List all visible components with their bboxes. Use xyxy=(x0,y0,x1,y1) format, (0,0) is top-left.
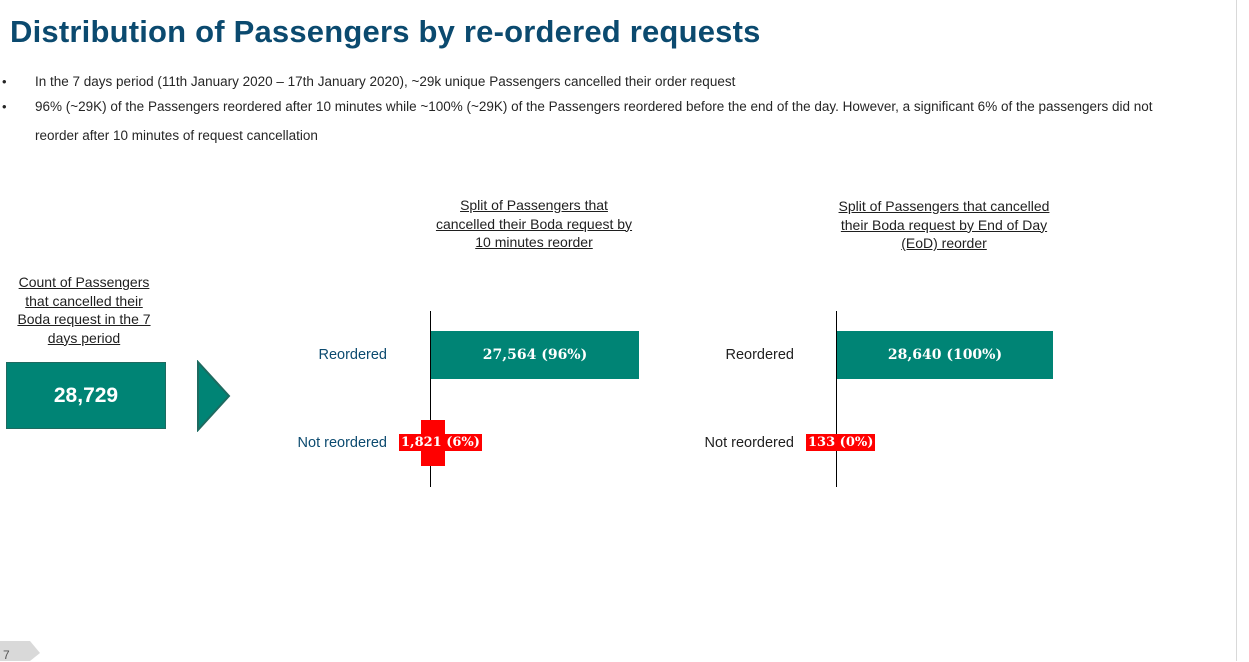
count-header-line: Count of Passengers xyxy=(18,274,150,290)
chart1-title-line: cancelled their Boda request by xyxy=(435,215,633,232)
chart2-title: Split of Passengers that cancelled their… xyxy=(822,197,1066,253)
count-header-line: Boda request in the 7 xyxy=(17,311,151,327)
bullet-text-1: In the 7 days period (11th January 2020 … xyxy=(35,74,736,89)
bullet-text-2-continued: reorder after 10 minutes of request canc… xyxy=(35,128,318,143)
chart1-title: Split of Passengers that cancelled their… xyxy=(420,196,648,252)
chart2-category-label: Reordered xyxy=(725,347,794,363)
chart1-bar-label: 27,564 (96%) xyxy=(482,347,588,363)
bullet-dot-icon: • xyxy=(2,99,7,114)
bullet-dot-icon: • xyxy=(2,74,7,89)
chart2-title-line: their Boda request by End of Day xyxy=(840,216,1048,233)
count-panel-header: Count of Passengers that cancelled their… xyxy=(8,273,160,347)
count-header-line: that cancelled their xyxy=(25,292,143,309)
chart2-bar-reordered: 28,640 (100%) xyxy=(837,331,1053,379)
passenger-count-box: 28,729 xyxy=(6,362,166,429)
chart1-category-label: Reordered xyxy=(318,347,387,363)
count-header-line: days period xyxy=(47,329,121,346)
chart2-category-label: Not reordered xyxy=(704,435,794,451)
bullet-text-2: 96% (~29K) of the Passengers reordered a… xyxy=(35,99,1153,114)
chart2-bar-label: 133 (0%) xyxy=(806,434,876,451)
chart1-title-line: 10 minutes reorder xyxy=(475,234,593,250)
page-number: 7 xyxy=(3,648,10,662)
chart2-bar-label: 28,640 (100%) xyxy=(887,347,1003,363)
slide-edge-line xyxy=(1236,0,1237,661)
chart2-title-line: Split of Passengers that cancelled xyxy=(838,198,1050,214)
chart1-bar-reordered: 27,564 (96%) xyxy=(431,331,639,379)
chart1-bar-label: 1,821 (6%) xyxy=(399,434,482,451)
chart2-title-line: (EoD) reorder xyxy=(901,235,987,251)
chevron-right-arrow-icon xyxy=(197,360,231,432)
slide-title: Distribution of Passengers by re-ordered… xyxy=(10,14,761,49)
chart1-category-label: Not reordered xyxy=(297,435,387,451)
chart1-title-line: Split of Passengers that xyxy=(460,197,608,213)
